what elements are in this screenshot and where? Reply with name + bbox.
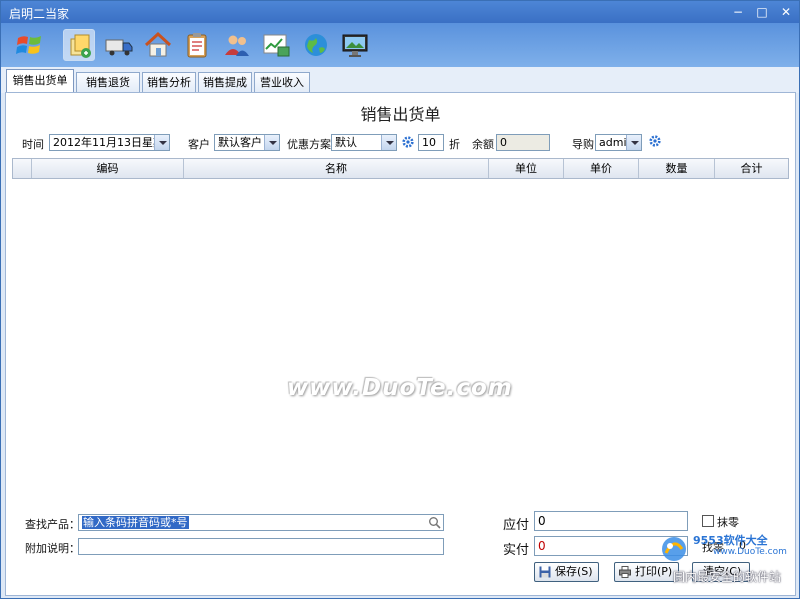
customer-label: 客户 (188, 138, 210, 151)
discount-label: 优惠方案 (287, 138, 331, 151)
globe-icon[interactable] (300, 29, 332, 61)
column-header-quantity[interactable]: 数量 (639, 159, 715, 178)
site-name-cn: 9553软件大全 (693, 534, 768, 547)
save-button[interactable]: 保存(S) (534, 562, 599, 582)
tab-label: 销售分析 (147, 76, 191, 89)
note-label: 附加说明： (25, 542, 80, 555)
paid-label: 实付 (503, 543, 530, 558)
payable-label: 应付 (503, 518, 530, 533)
balance-value: 0 (500, 136, 507, 149)
customer-value: 默认客户 (218, 136, 262, 149)
chevron-down-icon[interactable] (381, 135, 396, 150)
save-button-label: 保存(S) (555, 565, 593, 578)
product-search-input[interactable]: 输入条码拼音码或*号 (78, 514, 444, 531)
round-off-checkbox[interactable] (702, 515, 714, 527)
tab-sales-analysis[interactable]: 销售分析 (142, 72, 196, 93)
discount-rate-value: 10 (422, 136, 436, 149)
watermark-text: www.DuoTe.com (287, 375, 513, 401)
note-input[interactable] (78, 538, 444, 555)
tab-strip: 销售出货单 销售退货单 销售分析 销售提成 营业收入 (1, 67, 799, 108)
sales-icon[interactable] (63, 29, 95, 61)
column-header-price[interactable]: 单价 (564, 159, 639, 178)
windows-logo-icon[interactable] (13, 29, 45, 61)
discount-value: 默认 (335, 136, 357, 149)
items-table-body[interactable]: www.DuoTe.com (12, 179, 789, 509)
column-header-name[interactable]: 名称 (184, 159, 489, 178)
tab-business-income[interactable]: 营业收入 (254, 72, 310, 93)
customer-select[interactable]: 默认客户 (214, 134, 280, 151)
sales-form-panel: 销售出货单 时间 2012年11月13日星期二 客户 默认客户 优惠方案 默认 … (5, 92, 796, 596)
tab-label: 销售出货单 (12, 74, 68, 87)
round-off-label: 抹零 (717, 516, 739, 529)
payable-value: 0 (538, 514, 546, 528)
window-title: 启明二当家 (9, 7, 70, 21)
clipboard-icon[interactable] (181, 29, 213, 61)
floppy-disk-icon (539, 566, 551, 578)
minimize-button[interactable]: − (727, 3, 749, 21)
search-input-text: 输入条码拼音码或*号 (82, 516, 189, 529)
row-selector-header (13, 159, 32, 178)
house-icon[interactable] (142, 29, 174, 61)
guide-settings-gear-icon[interactable] (649, 135, 661, 147)
search-icon[interactable] (428, 516, 441, 529)
chevron-down-icon[interactable] (626, 135, 641, 150)
guide-select[interactable]: admin (595, 134, 642, 151)
truck-icon[interactable] (103, 29, 135, 61)
tab-sales-commission[interactable]: 销售提成 (198, 72, 252, 93)
printer-icon (619, 566, 631, 578)
tab-sales-delivery[interactable]: 销售出货单 (6, 69, 74, 94)
column-header-unit[interactable]: 单位 (489, 159, 564, 178)
chevron-down-icon[interactable] (264, 135, 279, 150)
balance-field: 0 (496, 134, 550, 151)
discount-unit-label: 折 (449, 138, 460, 151)
discount-select[interactable]: 默认 (331, 134, 397, 151)
date-picker[interactable]: 2012年11月13日星期二 (49, 134, 170, 151)
discount-settings-gear-icon[interactable] (402, 136, 414, 148)
title-bar[interactable]: 启明二当家 − □ ✕ (1, 1, 799, 23)
site-url: www.DuoTe.com (713, 547, 787, 557)
chevron-down-icon[interactable] (154, 135, 169, 150)
discount-rate-input[interactable]: 10 (418, 134, 444, 151)
tab-label: 销售提成 (203, 76, 247, 89)
tab-sales-return[interactable]: 销售退货单 (76, 72, 140, 108)
tab-label: 营业收入 (260, 76, 304, 89)
column-header-code[interactable]: 编码 (32, 159, 184, 178)
date-value: 2012年11月13日星期二 (53, 136, 170, 149)
site-tagline: 国内最安全的软件站 (673, 570, 782, 584)
monitor-icon[interactable] (339, 29, 371, 61)
chart-money-icon[interactable] (260, 29, 292, 61)
payable-field: 0 (534, 511, 688, 531)
users-icon[interactable] (221, 29, 253, 61)
column-header-total[interactable]: 合计 (715, 159, 788, 178)
paid-value: 0 (538, 539, 546, 553)
balance-label: 余额 (472, 138, 494, 151)
main-toolbar (1, 23, 799, 67)
items-table-header: 编码 名称 单位 单价 数量 合计 (12, 158, 789, 179)
app-window: 启明二当家 − □ ✕ 销售出货单 销售退货 销售分析 销售提成 营业收入 销售… (0, 0, 800, 599)
time-label: 时间 (22, 138, 44, 151)
page-title: 销售出货单 (360, 105, 441, 124)
guide-label: 导购 (572, 138, 594, 151)
search-product-label: 查找产品： (25, 518, 80, 531)
close-button[interactable]: ✕ (775, 3, 797, 21)
maximize-button[interactable]: □ (751, 3, 773, 21)
